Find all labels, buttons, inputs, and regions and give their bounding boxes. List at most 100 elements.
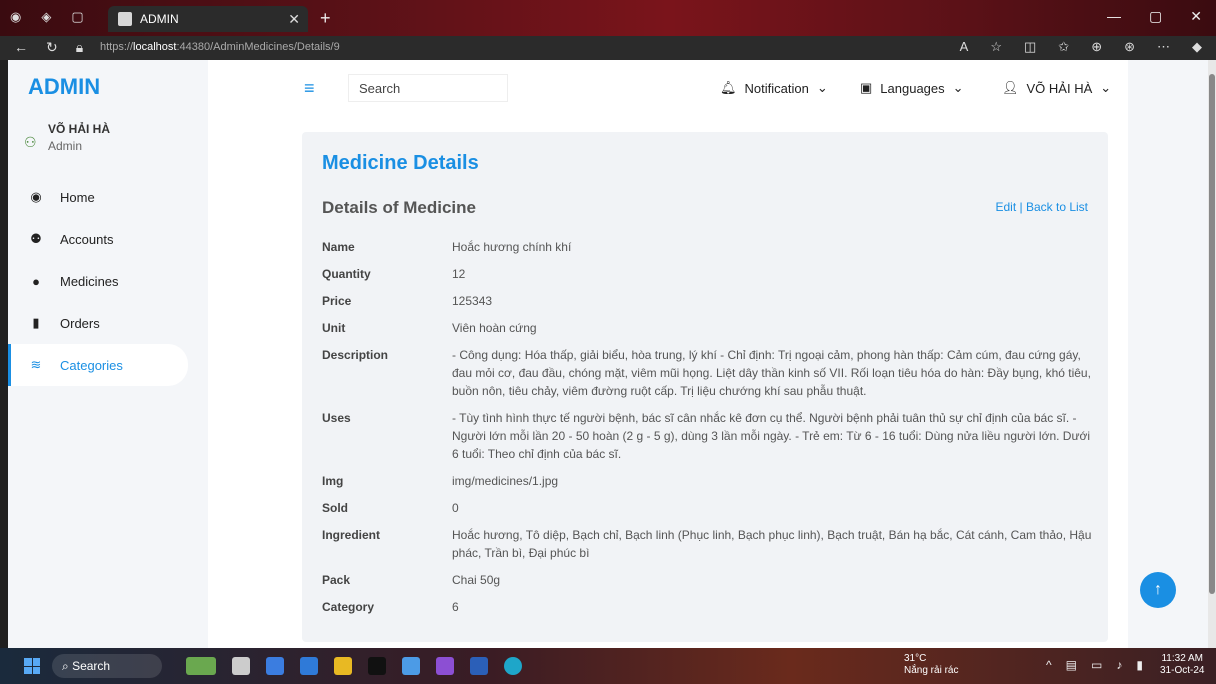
- tab-actions-icon[interactable]: ▢: [71, 9, 83, 25]
- brand-logo[interactable]: ADMIN: [28, 74, 100, 100]
- todo-icon[interactable]: [300, 657, 318, 675]
- back-to-list-link[interactable]: Back to List: [1026, 200, 1088, 214]
- favorite-star-icon[interactable]: ☆: [990, 39, 1002, 55]
- visual-studio-icon[interactable]: [436, 657, 454, 675]
- detail-value: 0: [452, 501, 459, 515]
- chevron-down-icon: ⌄: [1100, 80, 1112, 95]
- sidebar-item-label: Home: [60, 189, 95, 205]
- address-bar: ← ↻ 🔒︎ https://localhost:44380/AdminMedi…: [0, 36, 1216, 60]
- workspaces-icon[interactable]: ◈: [41, 9, 51, 25]
- detail-value: Hoắc hương, Tô diệp, Bạch chỉ, Bạch linh…: [452, 528, 1092, 560]
- detail-key: Price: [322, 294, 352, 308]
- collections-icon[interactable]: ⊕: [1091, 39, 1102, 55]
- detail-key: Description: [322, 348, 389, 362]
- edge-icon[interactable]: [504, 657, 522, 675]
- languages-dropdown[interactable]: ▣ Languages ⌄: [860, 80, 964, 96]
- detail-row-pack: Pack Chai 50g: [322, 571, 1092, 589]
- main-content: ≡ Search 🔔︎ Notification ⌄ ▣ Languages ⌄…: [208, 60, 1128, 648]
- page-title: Medicine Details: [322, 152, 479, 174]
- close-window-icon[interactable]: ✕: [1190, 8, 1202, 25]
- edit-link[interactable]: Edit: [995, 200, 1016, 214]
- back-to-top-button[interactable]: ↑: [1140, 572, 1176, 608]
- favicon-icon: [118, 12, 132, 26]
- close-tab-icon[interactable]: ✕: [288, 11, 300, 28]
- back-icon[interactable]: ←: [14, 39, 28, 56]
- battery-icon[interactable]: ▮: [1136, 658, 1143, 672]
- url-field[interactable]: https://localhost:44380/AdminMedicines/D…: [100, 41, 340, 53]
- more-icon[interactable]: ⋯: [1157, 39, 1170, 55]
- detail-row-uses: Uses - Tùy tình hình thực tế người bệnh, …: [322, 409, 1092, 463]
- system-tray: ^ ▤ ▭ ♪ ▮: [1046, 658, 1143, 672]
- chrome-icon[interactable]: [402, 657, 420, 675]
- sidebar: ADMIN ⚇ VÕ HẢI HÀ Admin ◉ Home ⚉ Account…: [8, 60, 208, 648]
- volume-icon[interactable]: ♪: [1116, 658, 1122, 672]
- sidebar-item-accounts[interactable]: ⚉ Accounts: [8, 218, 208, 260]
- sidebar-item-categories[interactable]: ≋ Categories: [8, 344, 188, 386]
- copilot-icon[interactable]: ◆: [1192, 39, 1202, 55]
- menu-toggle-icon[interactable]: ≡: [304, 78, 315, 99]
- sidebar-menu: ◉ Home ⚉ Accounts ● Medicines ▮ Orders ≋…: [8, 176, 208, 386]
- taskbar-search[interactable]: ⌕ Search: [52, 654, 162, 678]
- read-aloud-icon[interactable]: A: [960, 39, 969, 55]
- weather-condition: Nắng rải rác: [904, 665, 959, 676]
- sidebar-item-medicines[interactable]: ● Medicines: [8, 260, 208, 302]
- file-explorer-icon[interactable]: [334, 657, 352, 675]
- notification-label: Notification: [744, 80, 809, 96]
- split-screen-icon[interactable]: ◫: [1024, 39, 1036, 55]
- weather-widget[interactable]: 31°C Nắng rải rác: [904, 653, 958, 677]
- detail-value: Chai 50g: [452, 573, 501, 587]
- sidebar-item-home[interactable]: ◉ Home: [8, 176, 208, 218]
- widgets-icon[interactable]: [186, 657, 216, 675]
- user-dropdown[interactable]: 👤︎ VÕ HẢI HÀ ⌄: [1002, 80, 1111, 96]
- detail-row-price: Price 125343: [322, 292, 1092, 310]
- right-gutter: [1128, 60, 1208, 648]
- detail-key: Category: [322, 600, 375, 614]
- clock-date: 31-Oct-24: [1160, 665, 1205, 676]
- notes-icon[interactable]: ▤: [1066, 658, 1077, 672]
- detail-row-ingredient: Ingredient Hoắc hương, Tô diệp, Bạch chỉ,…: [322, 526, 1092, 562]
- tiktok-icon[interactable]: [368, 657, 386, 675]
- windows-start-icon[interactable]: [24, 658, 40, 674]
- refresh-icon[interactable]: ↻: [46, 39, 58, 56]
- page-scrollbar[interactable]: [1208, 60, 1216, 648]
- profile-icon[interactable]: ◉: [10, 9, 21, 25]
- detail-key: Sold: [322, 501, 348, 515]
- sidebar-item-orders[interactable]: ▮ Orders: [8, 302, 208, 344]
- detail-value: Viên hoàn cứng: [452, 321, 537, 335]
- detail-row-description: Description - Công dụng: Hóa thấp, giải b…: [322, 346, 1092, 400]
- detail-key: Unit: [322, 321, 346, 335]
- detail-row-category: Category 6: [322, 598, 1092, 616]
- new-tab-icon[interactable]: +: [320, 8, 331, 29]
- sidebar-user-name: VÕ HẢI HÀ: [48, 122, 111, 136]
- top-navbar: ≡ Search 🔔︎ Notification ⌄ ▣ Languages ⌄…: [208, 60, 1128, 116]
- network-icon[interactable]: ▭: [1091, 658, 1102, 672]
- clock-time: 11:32 AM: [1161, 653, 1203, 664]
- details-card: Medicine Details Details of Medicine Edi…: [302, 132, 1108, 642]
- page: ADMIN ⚇ VÕ HẢI HÀ Admin ◉ Home ⚉ Account…: [8, 60, 1208, 648]
- detail-key: Name: [322, 240, 355, 254]
- browser-tab[interactable]: ADMIN ✕: [108, 6, 308, 32]
- scrollbar-thumb[interactable]: [1209, 74, 1215, 594]
- url-prefix: https://: [100, 41, 134, 53]
- word-icon[interactable]: [470, 657, 488, 675]
- detail-row-unit: Unit Viên hoàn cứng: [322, 319, 1092, 337]
- url-path: :44380/AdminMedicines/Details/9: [176, 41, 340, 53]
- search-input[interactable]: Search: [348, 74, 508, 102]
- taskbar: ⌕ Search 31°C Nắng rải rác ^ ▤ ▭ ♪ ▮ 11:…: [0, 648, 1216, 684]
- layers-icon: ≋: [30, 357, 42, 372]
- favorites-icon[interactable]: ✩: [1058, 39, 1069, 55]
- copilot-app-icon[interactable]: [266, 657, 284, 675]
- lock-icon[interactable]: 🔒︎: [76, 39, 83, 56]
- chevron-up-icon[interactable]: ^: [1046, 658, 1052, 672]
- restore-icon[interactable]: ▢: [1149, 8, 1162, 25]
- sidebar-item-label: Orders: [60, 315, 100, 331]
- clock[interactable]: 11:32 AM 31-Oct-24: [1160, 653, 1204, 677]
- extensions-icon[interactable]: ⊛: [1124, 39, 1135, 55]
- action-links: Edit | Back to List: [995, 200, 1088, 214]
- detail-value: 125343: [452, 294, 493, 308]
- minimize-icon[interactable]: —: [1107, 8, 1121, 25]
- task-view-icon[interactable]: [232, 657, 250, 675]
- detail-key: Uses: [322, 411, 351, 425]
- details-list: Name Hoắc hương chính khí Quantity 12 Pric…: [322, 238, 1092, 625]
- notification-dropdown[interactable]: 🔔︎ Notification ⌄: [720, 80, 828, 96]
